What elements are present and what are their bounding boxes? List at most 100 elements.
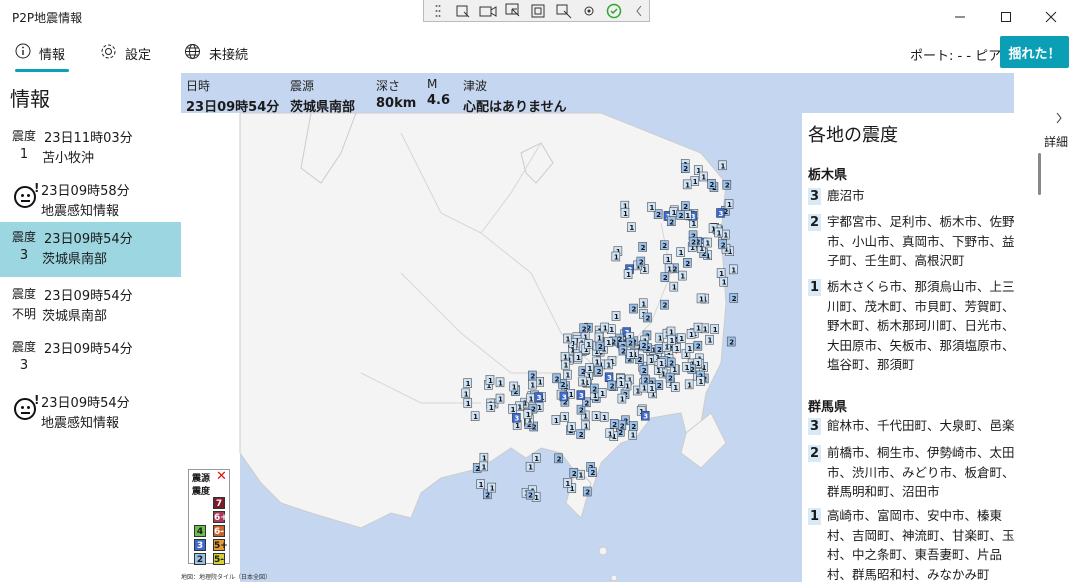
intensity-marker: 2 — [625, 337, 635, 348]
info-sidebar: 情報 震度 23日11時03分 1 苫小牧沖 ! 23日09時58分 地震感知情報 … — [0, 73, 181, 582]
check-icon[interactable] — [605, 3, 624, 19]
intensity-value: 不明 — [12, 307, 37, 321]
detail-toggle[interactable]: 詳細 — [1044, 133, 1068, 150]
intensity-marker: 1 — [703, 237, 712, 248]
depth-value: 80km — [376, 96, 417, 111]
capture-toolbar — [423, 0, 650, 22]
intensity-marker: 2 — [693, 340, 703, 351]
intensity-marker: 1 — [528, 379, 537, 390]
svg-text:2: 2 — [679, 212, 684, 220]
list-item[interactable]: 震度 23日09時54分 不明 茨城県南部 — [0, 279, 181, 334]
intensity-marker: 1 — [563, 369, 572, 380]
intensity-value: 3 — [19, 248, 29, 263]
chevron-left-icon[interactable] — [630, 3, 649, 19]
intensity-marker: 2 — [569, 468, 579, 478]
svg-text:1: 1 — [517, 403, 522, 411]
intensity-marker: 2 — [643, 312, 652, 322]
intensity-marker: 2 — [639, 340, 648, 350]
svg-text:2: 2 — [683, 165, 688, 173]
intensity-badge: 3 — [808, 188, 821, 205]
region-icon[interactable] — [554, 3, 573, 19]
intensity-marker: 1 — [718, 160, 727, 170]
intensity-marker: 1 — [611, 251, 621, 261]
intensity-marker: 1 — [666, 326, 676, 337]
datetime-value: 23日09時54分 — [186, 100, 280, 115]
prefecture-name: 群馬県 — [808, 400, 848, 415]
svg-text:1: 1 — [578, 472, 583, 480]
chevron-right-icon[interactable] — [1054, 111, 1064, 129]
title-bar: P2P地震情報 — [0, 0, 1074, 33]
intensity-marker: 1 — [592, 356, 601, 366]
svg-text:1: 1 — [576, 354, 581, 362]
intensity-marker: 1 — [479, 452, 489, 463]
intensity-label: 震度 — [12, 340, 37, 354]
grip-icon[interactable] — [428, 3, 447, 19]
intensity-marker: 2 — [654, 344, 664, 354]
intensity-marker: 1 — [523, 409, 533, 419]
city-list: 高崎市、富岡市、安中市、榛東村、吉岡町、神流町、甘楽町、玉村、中之条町、東吾妻町… — [827, 508, 1014, 582]
svg-text:2: 2 — [561, 381, 566, 389]
svg-text:2: 2 — [632, 306, 637, 314]
list-item[interactable]: ! 23日09時58分 地震感知情報 — [0, 174, 181, 229]
intensity-marker: 2 — [617, 420, 627, 430]
svg-text:1: 1 — [699, 295, 704, 303]
svg-text:1: 1 — [594, 413, 599, 421]
close-button[interactable] — [1028, 0, 1074, 33]
intensity-marker: 1 — [620, 208, 630, 218]
scrollbar-thumb[interactable] — [1038, 153, 1041, 195]
tab-settings[interactable]: 設定 — [100, 42, 151, 64]
svg-text:2: 2 — [597, 368, 602, 376]
intensity-marker: 1 — [551, 415, 561, 425]
intensity-marker: 2 — [641, 374, 650, 385]
intensity-marker: 1 — [664, 263, 674, 273]
svg-text:1: 1 — [727, 201, 732, 209]
list-item[interactable]: 震度 23日09時54分 3 — [0, 332, 181, 387]
svg-text:2: 2 — [732, 295, 737, 303]
svg-text:2: 2 — [685, 260, 690, 268]
svg-text:2: 2 — [628, 340, 633, 348]
city-list: 栃木さくら市、那須烏山市、上三川町、茂木町、市貝町、芳賀町、野木町、栃木那珂川町… — [827, 279, 1014, 372]
svg-text:1: 1 — [466, 400, 471, 408]
svg-text:1: 1 — [597, 334, 602, 342]
minimize-button[interactable] — [937, 0, 983, 33]
list-item[interactable]: ! 23日09時54分 地震感知情報 — [0, 386, 181, 441]
list-item[interactable]: 震度 23日11時03分 1 苫小牧沖 — [0, 121, 181, 176]
svg-text:1: 1 — [703, 325, 708, 333]
svg-text:1: 1 — [473, 413, 478, 421]
record-icon[interactable] — [478, 3, 497, 19]
svg-text:1: 1 — [625, 383, 630, 391]
intensity-marker: 1 — [578, 376, 587, 386]
intensity-marker: 2 — [660, 299, 669, 310]
svg-text:1: 1 — [672, 209, 677, 217]
maximize-button[interactable] — [983, 0, 1029, 33]
depth-label: 深さ — [376, 79, 401, 93]
window-icon[interactable] — [529, 3, 548, 19]
intensity-marker: 1 — [724, 199, 734, 209]
epicenter-marker-icon: ✕ — [216, 469, 227, 484]
city-list: 館林市、千代田町、大泉町、邑楽町 — [827, 418, 1014, 433]
legend-level-7: 7 — [213, 497, 225, 509]
intensity-marker: 1 — [716, 268, 726, 278]
select-icon[interactable] — [453, 3, 472, 19]
datetime-field: 日時 23日09時54分 — [186, 77, 279, 115]
tab-info[interactable]: 情報 — [15, 42, 65, 64]
svg-text:2: 2 — [657, 346, 662, 354]
list-item[interactable]: 震度 23日09時54分 3 茨城県南部 — [0, 222, 181, 277]
svg-text:1: 1 — [534, 455, 539, 463]
svg-text:1: 1 — [719, 270, 724, 278]
settings-icon[interactable] — [579, 3, 598, 19]
tab-connection[interactable]: 未接続 — [184, 42, 248, 64]
intensity-marker: 1 — [699, 171, 708, 181]
map-legend: 震源 ✕ 震度 7 6+ 4 6- 3 5+ 2 5- 1 — [188, 469, 230, 565]
event-place: 茨城県南部 — [42, 309, 108, 324]
svg-text:1: 1 — [642, 266, 647, 274]
svg-text:2: 2 — [662, 302, 667, 310]
intensity-marker: 1 — [696, 376, 705, 386]
svg-text:1: 1 — [482, 463, 487, 471]
svg-text:1: 1 — [528, 464, 533, 472]
svg-text:1: 1 — [731, 266, 736, 274]
pointer-icon[interactable] — [504, 3, 523, 19]
event-place: 茨城県南部 — [42, 252, 108, 267]
intensity-marker: 2 — [588, 467, 597, 477]
shake-button[interactable]: 揺れた！ — [1000, 36, 1069, 68]
